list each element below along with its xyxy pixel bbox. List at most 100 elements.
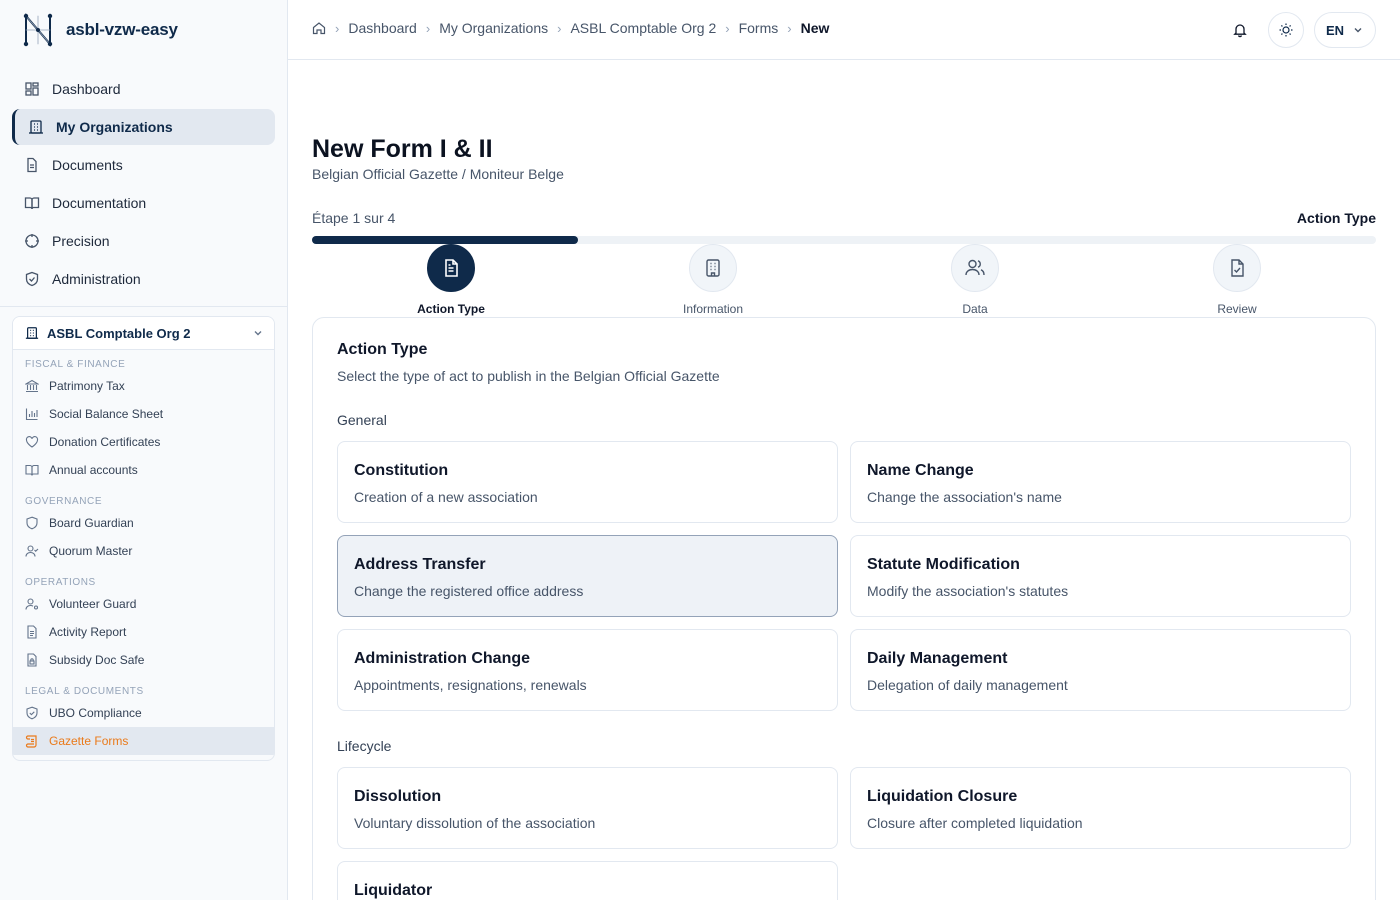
landmark-icon xyxy=(25,379,39,393)
chevron-right-icon: › xyxy=(425,20,431,36)
book-icon xyxy=(24,197,40,210)
org-switcher[interactable]: ASBL Comptable Org 2 xyxy=(13,317,274,350)
page-title: New Form I & II xyxy=(312,135,493,163)
option-description: Change the association's name xyxy=(867,489,1062,505)
option-liquidation-closure[interactable]: Liquidation Closure Closure after comple… xyxy=(850,767,1351,849)
nav-item-documents[interactable]: Documents xyxy=(12,147,275,183)
chevron-right-icon: › xyxy=(335,20,340,36)
nav-item-label: Precision xyxy=(52,233,110,249)
shield-check-icon xyxy=(26,706,38,720)
option-description: Creation of a new association xyxy=(354,489,538,505)
option-title: Statute Modification xyxy=(867,556,1020,573)
bell-icon xyxy=(1233,24,1247,38)
nav-item-dashboard[interactable]: Dashboard xyxy=(12,71,275,107)
nav-item-label: Dashboard xyxy=(52,81,121,97)
breadcrumb-organization[interactable]: ASBL Comptable Org 2 xyxy=(570,20,716,36)
file-check-icon xyxy=(1231,259,1244,277)
breadcrumb: › Dashboard › My Organizations › ASBL Co… xyxy=(312,20,829,36)
theme-toggle-button[interactable] xyxy=(1268,12,1304,48)
brand[interactable]: asbl-vzw-easy xyxy=(20,10,178,50)
sub-item-ubo-compliance[interactable]: UBO Compliance xyxy=(13,699,274,727)
sub-item-label: Quorum Master xyxy=(49,544,133,558)
step-review[interactable]: Review xyxy=(1167,244,1307,316)
sub-item-activity-report[interactable]: Activity Report xyxy=(13,618,274,646)
option-dissolution[interactable]: Dissolution Voluntary dissolution of the… xyxy=(337,767,838,849)
user-cog-icon xyxy=(25,598,39,610)
option-administration-change[interactable]: Administration Change Appointments, resi… xyxy=(337,629,838,711)
user-check-icon xyxy=(25,545,39,557)
org-panel: ASBL Comptable Org 2 FISCAL & FINANCE Pa… xyxy=(12,316,275,761)
sub-item-donation-certificates[interactable]: Donation Certificates xyxy=(13,428,274,456)
breadcrumb-forms[interactable]: Forms xyxy=(739,20,779,36)
section-label-governance: GOVERNANCE xyxy=(25,496,103,507)
sub-item-label: Board Guardian xyxy=(49,516,134,530)
option-statute-modification[interactable]: Statute Modification Modify the associat… xyxy=(850,535,1351,617)
sub-item-social-balance-sheet[interactable]: Social Balance Sheet xyxy=(13,400,274,428)
sub-item-label: Donation Certificates xyxy=(49,435,161,449)
chevron-down-icon xyxy=(254,331,262,336)
step-label: Information xyxy=(682,302,744,316)
sub-item-annual-accounts[interactable]: Annual accounts xyxy=(13,456,274,484)
sub-item-label: Patrimony Tax xyxy=(49,379,125,393)
option-title: Administration Change xyxy=(354,650,531,667)
book-open-icon xyxy=(25,464,39,476)
topbar: › Dashboard › My Organizations › ASBL Co… xyxy=(288,0,1400,60)
card-title: Action Type xyxy=(337,341,428,358)
option-liquidator[interactable]: Liquidator xyxy=(337,861,838,900)
language-select[interactable]: EN xyxy=(1314,12,1376,48)
step-information[interactable]: Information xyxy=(643,244,783,316)
breadcrumb-dashboard[interactable]: Dashboard xyxy=(348,20,417,36)
nav-item-administration[interactable]: Administration xyxy=(12,261,275,297)
option-title: Name Change xyxy=(867,462,974,479)
sub-item-patrimony-tax[interactable]: Patrimony Tax xyxy=(13,372,274,400)
app-name: asbl-vzw-easy xyxy=(66,20,178,39)
step-counter: Étape 1 sur 4 xyxy=(312,210,396,226)
option-description: Closure after completed liquidation xyxy=(867,815,1083,831)
sub-item-subsidy-doc-safe[interactable]: Subsidy Doc Safe xyxy=(13,646,274,674)
step-circle xyxy=(427,244,475,292)
card-description: Select the type of act to publish in the… xyxy=(337,368,720,384)
sub-item-gazette-forms[interactable]: Gazette Forms xyxy=(13,727,274,755)
notifications-button[interactable] xyxy=(1222,12,1258,48)
option-address-transfer[interactable]: Address Transfer Change the registered o… xyxy=(337,535,838,617)
file-lock-icon xyxy=(27,653,37,667)
org-name: ASBL Comptable Org 2 xyxy=(47,325,191,341)
home-icon[interactable] xyxy=(312,21,326,35)
language-value: EN xyxy=(1325,22,1345,38)
step-action-type[interactable]: Action Type xyxy=(381,244,521,316)
nav-item-my-organizations[interactable]: My Organizations xyxy=(12,109,275,145)
sub-item-label: UBO Compliance xyxy=(49,706,142,720)
nav-item-documentation[interactable]: Documentation xyxy=(12,185,275,221)
sub-item-label: Activity Report xyxy=(49,625,127,639)
step-circle xyxy=(951,244,999,292)
sub-item-board-guardian[interactable]: Board Guardian xyxy=(13,509,274,537)
option-title: Liquidator xyxy=(354,882,433,899)
breadcrumb-current: New xyxy=(800,20,830,36)
option-title: Address Transfer xyxy=(354,556,486,573)
shield-icon xyxy=(26,516,38,530)
sub-item-volunteer-guard[interactable]: Volunteer Guard xyxy=(13,590,274,618)
scroll-icon xyxy=(25,735,37,748)
action-type-card: Action Type Select the type of act to pu… xyxy=(312,317,1376,900)
step-circle xyxy=(1213,244,1261,292)
step-data[interactable]: Data xyxy=(905,244,1045,316)
building-icon xyxy=(706,259,720,277)
nav-item-precision[interactable]: Precision xyxy=(12,223,275,259)
breadcrumb-my-organizations[interactable]: My Organizations xyxy=(439,20,548,36)
sidebar-divider xyxy=(0,306,287,307)
option-name-change[interactable]: Name Change Change the association's nam… xyxy=(850,441,1351,523)
chevron-right-icon: › xyxy=(725,20,730,36)
users-icon xyxy=(965,259,985,276)
option-description: Delegation of daily management xyxy=(867,677,1068,693)
heart-icon xyxy=(25,436,39,448)
step-circle xyxy=(689,244,737,292)
option-constitution[interactable]: Constitution Creation of a new associati… xyxy=(337,441,838,523)
option-daily-management[interactable]: Daily Management Delegation of daily man… xyxy=(850,629,1351,711)
bar-chart-icon xyxy=(25,408,38,421)
sub-item-quorum-master[interactable]: Quorum Master xyxy=(13,537,274,565)
section-label-legal: LEGAL & DOCUMENTS xyxy=(25,686,144,697)
file-text-icon xyxy=(445,259,458,277)
building-icon xyxy=(29,120,43,134)
top-actions: EN xyxy=(1222,12,1376,48)
step-label: Review xyxy=(1217,302,1257,316)
